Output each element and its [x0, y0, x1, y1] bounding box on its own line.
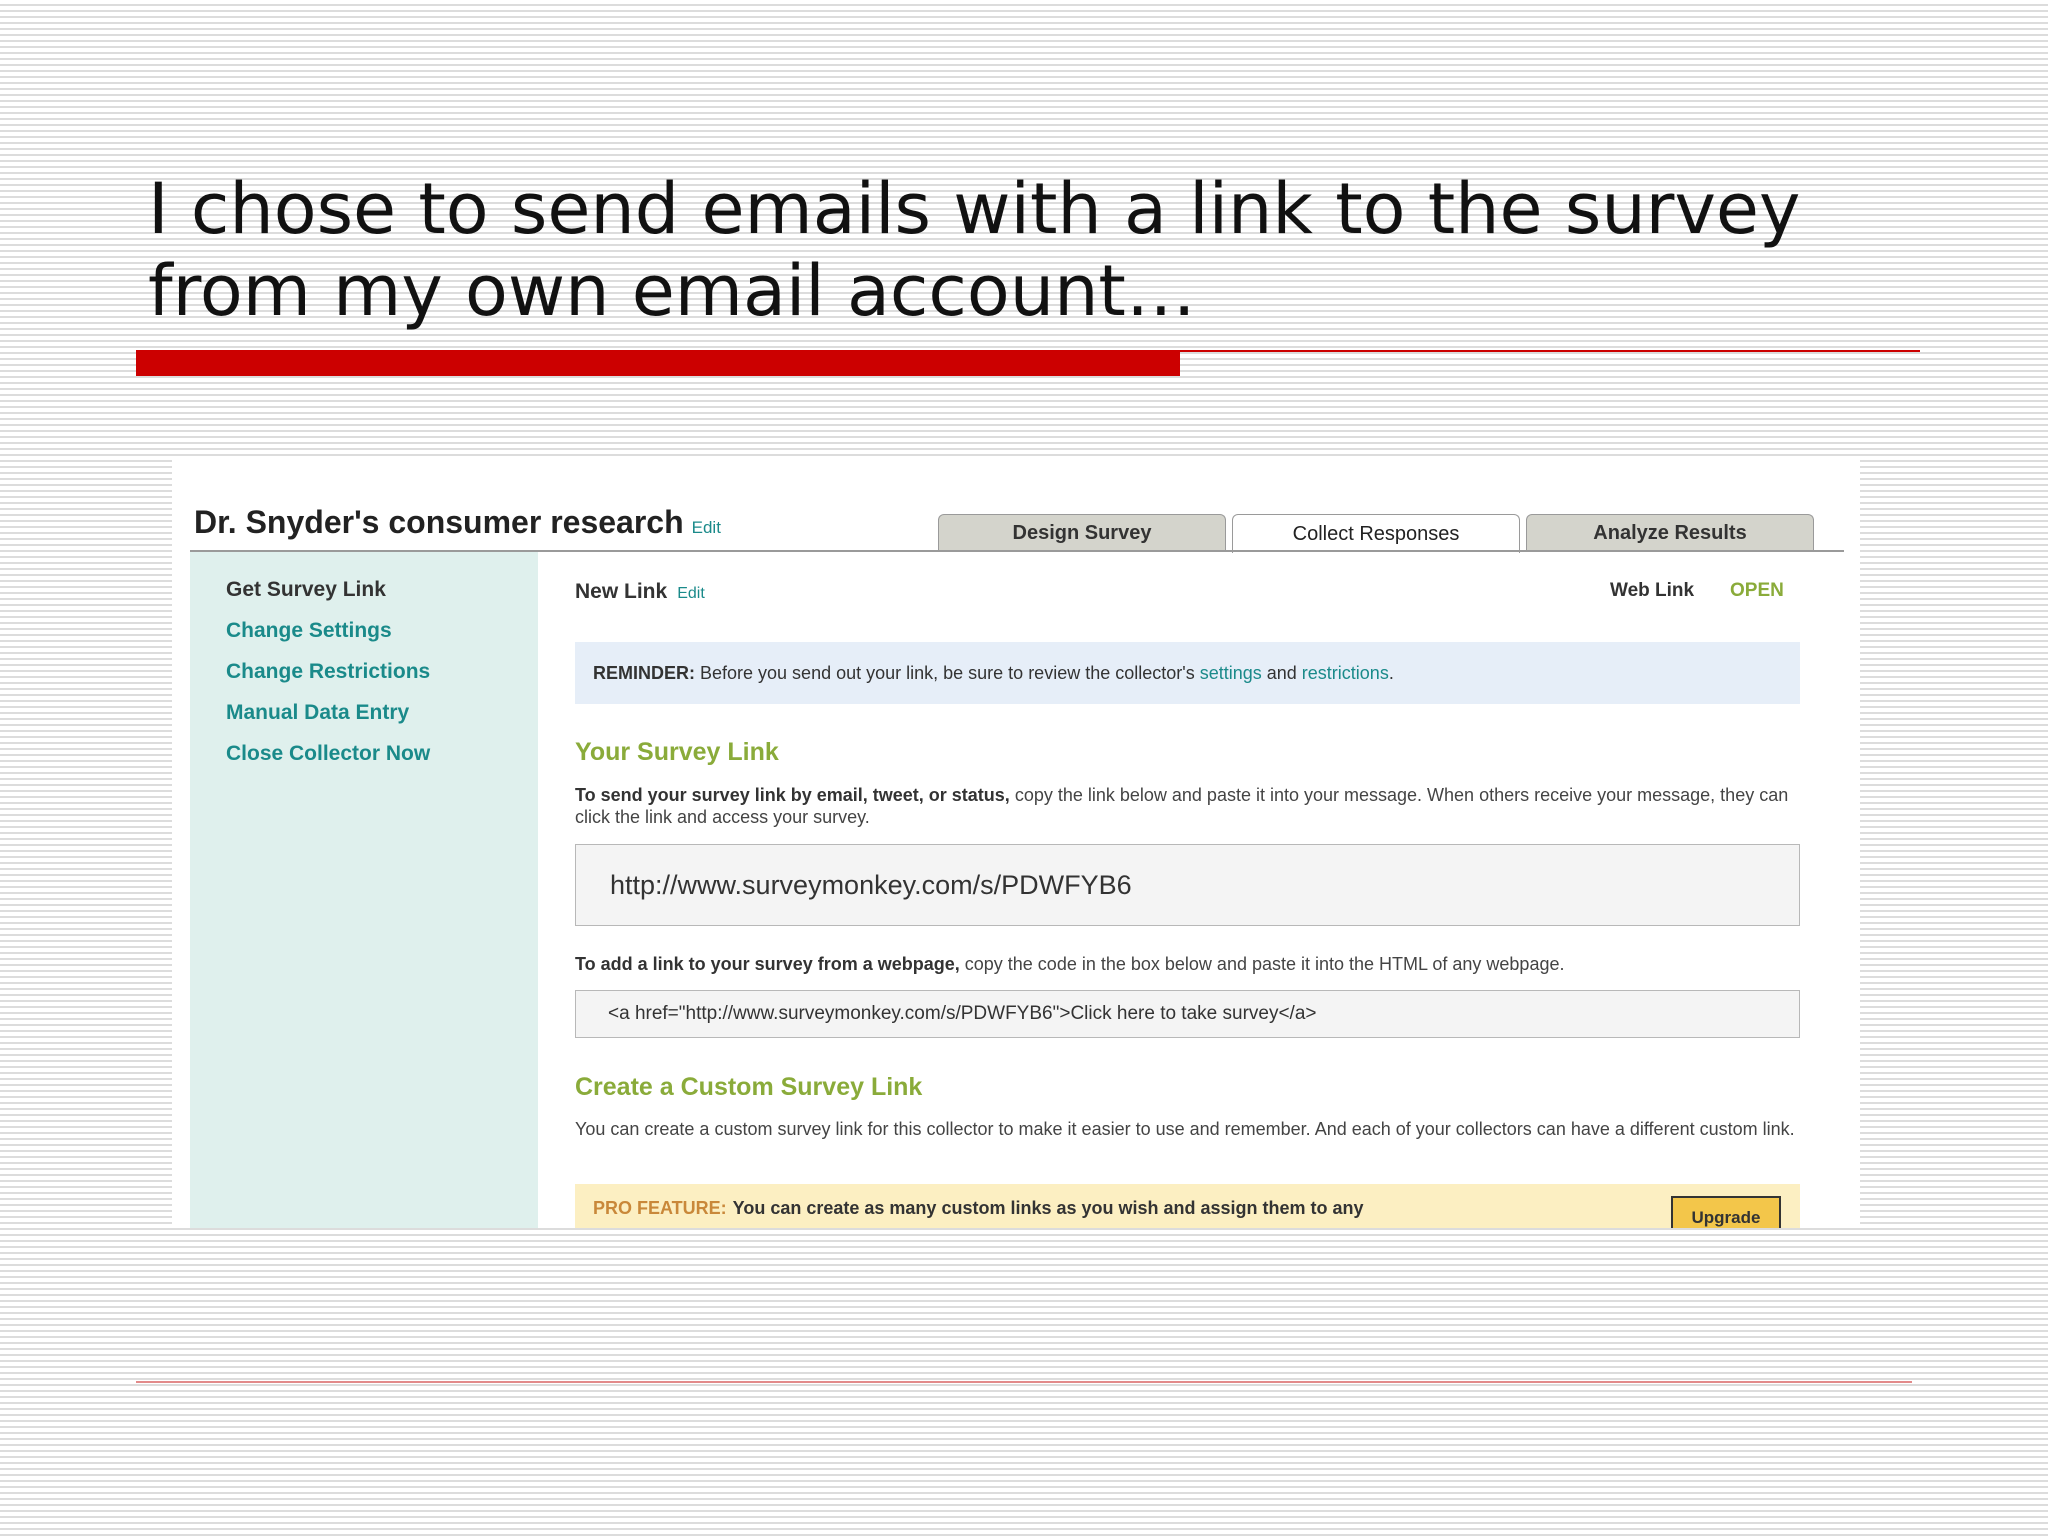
title-rule-thin [1180, 350, 1920, 352]
survey-url-text: http://www.surveymonkey.com/s/PDWFYB6 [610, 869, 1132, 900]
collector-name: New Link Edit [575, 580, 705, 604]
sidebar-item-get-survey-link[interactable]: Get Survey Link [226, 578, 386, 602]
collector-type: Web Link [1610, 580, 1695, 601]
collector-main: New Link Edit Web Link OPEN REMINDER: Bef… [575, 552, 1845, 1228]
slide-title: I chose to send emails with a link to th… [148, 168, 1908, 332]
collector-edit-link[interactable]: Edit [677, 585, 705, 602]
slide-title-line-2: from my own email account… [148, 250, 1196, 332]
reminder-and: and [1266, 662, 1297, 683]
tab-design-survey[interactable]: Design Survey [938, 514, 1226, 551]
reminder-restrictions-link[interactable]: restrictions [1302, 663, 1389, 684]
slide-title-line-1: I chose to send emails with a link to th… [148, 168, 1801, 250]
sidebar-item-manual-data-entry[interactable]: Manual Data Entry [226, 701, 409, 725]
survey-title-edit-link[interactable]: Edit [692, 518, 721, 537]
upgrade-button[interactable]: Upgrade [1671, 1196, 1781, 1228]
sidebar-item-change-restrictions[interactable]: Change Restrictions [226, 660, 430, 684]
survey-screenshot: Dr. Snyder's consumer research Edit Desig… [172, 460, 1860, 1228]
reminder-banner: REMINDER: Before you send out your link,… [575, 642, 1800, 704]
pro-feature-text: You can create as many custom links as y… [732, 1198, 1364, 1218]
survey-title-text: Dr. Snyder's consumer research [194, 504, 684, 540]
survey-url-field[interactable]: http://www.surveymonkey.com/s/PDWFYB6 [575, 844, 1800, 926]
webpage-instructions-text: copy the code in the box below and paste… [964, 954, 1565, 974]
reminder-end: . [1388, 662, 1394, 683]
survey-link-heading: Your Survey Link [575, 738, 779, 766]
sidebar-item-close-collector-now[interactable]: Close Collector Now [226, 742, 430, 766]
survey-link-instructions-bold: To send your survey link by email, tweet… [575, 785, 1010, 805]
reminder-text: Before you send out your link, be sure t… [700, 662, 1195, 683]
pro-feature-banner: PRO FEATURE: You can create as many custo… [575, 1184, 1800, 1228]
footer-rule [136, 1381, 1912, 1383]
webpage-instructions-bold: To add a link to your survey from a webp… [575, 954, 960, 974]
tab-analyze-results[interactable]: Analyze Results [1526, 514, 1814, 551]
tab-collect-responses[interactable]: Collect Responses [1232, 514, 1520, 553]
reminder-settings-link[interactable]: settings [1200, 663, 1262, 684]
title-rule-thick [136, 350, 1180, 376]
embed-code-field[interactable]: <a href="http://www.surveymonkey.com/s/P… [575, 990, 1800, 1038]
collector-status-badge: OPEN [1730, 580, 1784, 601]
custom-link-heading: Create a Custom Survey Link [575, 1073, 923, 1101]
collector-sidebar: Get Survey Link Change Settings Change R… [190, 552, 538, 1228]
webpage-instructions: To add a link to your survey from a webp… [575, 953, 1800, 975]
pro-feature-label: PRO FEATURE: [593, 1198, 727, 1218]
survey-title: Dr. Snyder's consumer research Edit [194, 504, 721, 541]
custom-link-description: You can create a custom survey link for … [575, 1119, 1795, 1139]
embed-code-text: <a href="http://www.surveymonkey.com/s/P… [608, 1003, 1317, 1024]
sidebar-item-change-settings[interactable]: Change Settings [226, 619, 392, 643]
survey-link-instructions: To send your survey link by email, tweet… [575, 784, 1800, 828]
reminder-label: REMINDER: [593, 662, 695, 683]
collector-name-text: New Link [575, 580, 668, 603]
